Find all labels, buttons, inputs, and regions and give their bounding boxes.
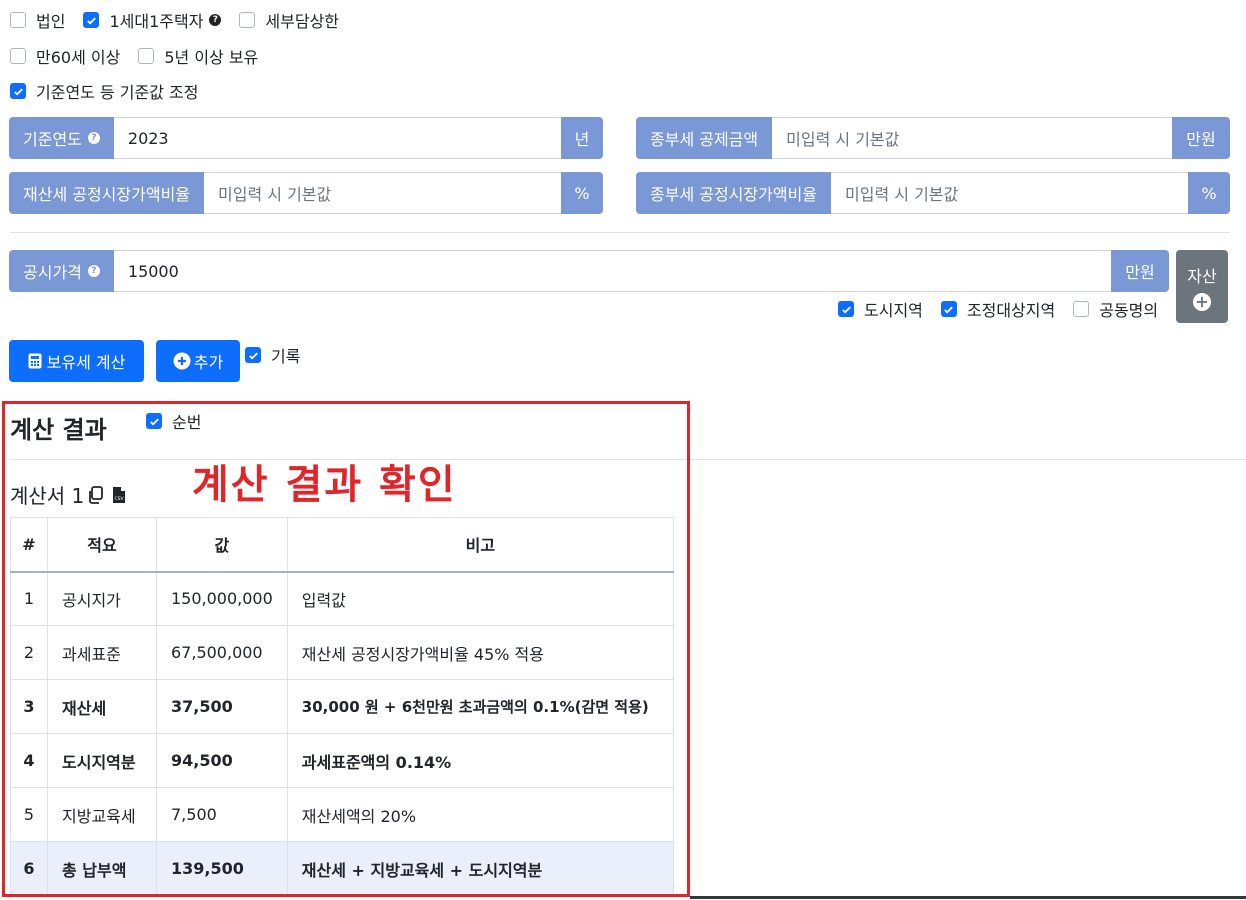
checkbox-label: 세부담상한 — [265, 12, 340, 31]
checkbox-box[interactable] — [245, 347, 261, 363]
options-row-1: 법인 1세대1주택자 ? 세부담상한 — [10, 9, 357, 31]
comp-deduction-input[interactable]: 미입력 시 기본값 — [772, 117, 1172, 159]
prop-ratio-input[interactable]: 미입력 시 기본값 — [204, 172, 561, 214]
checkbox-box[interactable] — [239, 12, 256, 28]
base-year-input[interactable]: 2023 — [113, 117, 561, 159]
add-button[interactable]: 추가 — [156, 340, 240, 382]
base-year-label: 기준연도? — [9, 117, 114, 159]
prop-ratio-unit: % — [561, 172, 603, 214]
base-year-unit: 년 — [561, 117, 603, 159]
public-price-unit: 만원 — [1111, 250, 1169, 292]
comp-deduction-unit: 만원 — [1172, 117, 1230, 159]
checkbox-box[interactable] — [838, 301, 854, 317]
calculate-label: 보유세 계산 — [46, 353, 126, 372]
record-checkbox[interactable]: 기록 — [245, 344, 300, 366]
options-row-3: 기준연도 등 기준값 조정 — [10, 80, 216, 102]
comp-deduction-label: 종부세 공제금액 — [636, 117, 773, 159]
base-year-group: 기준연도? 2023 년 — [9, 117, 603, 159]
checkbox-box[interactable] — [10, 83, 26, 99]
options-row-2: 만60세 이상 5년 이상 보유 — [10, 45, 276, 67]
adjust-base-checkbox[interactable]: 기준연도 등 기준값 조정 — [10, 79, 198, 103]
question-circle-icon[interactable]: ? — [87, 132, 100, 144]
prop-ratio-group: 재산세 공정시장가액비율 미입력 시 기본값 % — [9, 172, 603, 214]
regulated-area-checkbox[interactable]: 조정대상지역 — [940, 297, 1056, 321]
calculate-button[interactable]: 보유세 계산 — [9, 340, 144, 382]
corporation-checkbox[interactable]: 법인 — [10, 8, 65, 32]
checkbox-label: 5년 이상 보유 — [164, 48, 259, 67]
one-house-checkbox[interactable]: 1세대1주택자 ? — [83, 8, 222, 32]
calculator-icon — [28, 353, 42, 369]
bottom-border — [690, 896, 1246, 899]
checkbox-label: 1세대1주택자 — [109, 12, 204, 31]
plus-circle-icon: + — [1193, 292, 1211, 311]
checkbox-label: 공동명의 — [1099, 301, 1159, 320]
comp-ratio-label: 종부세 공정시장가액비율 — [636, 172, 832, 214]
urban-area-checkbox[interactable]: 도시지역 — [838, 297, 923, 321]
plus-circle-icon — [173, 352, 191, 370]
checkbox-box[interactable] — [10, 48, 26, 64]
highlight-frame — [2, 401, 690, 897]
comp-ratio-input[interactable]: 미입력 시 기본값 — [831, 172, 1188, 214]
price-options: 도시지역 조정대상지역 공동명의 — [838, 298, 1158, 320]
age-60-checkbox[interactable]: 만60세 이상 — [10, 44, 120, 68]
checkbox-label: 기준연도 등 기준값 조정 — [36, 83, 199, 102]
checkbox-box[interactable] — [10, 12, 26, 28]
question-circle-icon[interactable]: ? — [209, 14, 222, 26]
comp-ratio-group: 종부세 공정시장가액비율 미입력 시 기본값 % — [636, 172, 1230, 214]
checkbox-box[interactable] — [1073, 301, 1090, 317]
divider — [10, 232, 1230, 233]
checkbox-label: 기록 — [271, 347, 301, 366]
checkbox-box[interactable] — [83, 12, 100, 28]
comp-deduction-group: 종부세 공제금액 미입력 시 기본값 만원 — [636, 117, 1230, 159]
checkbox-box[interactable] — [940, 301, 957, 317]
tax-cap-checkbox[interactable]: 세부담상한 — [239, 8, 339, 32]
comp-ratio-unit: % — [1188, 172, 1230, 214]
add-label: 추가 — [193, 353, 224, 372]
add-asset-button[interactable]: 자산 + — [1176, 250, 1228, 323]
checkbox-label: 만60세 이상 — [36, 48, 121, 67]
prop-ratio-label: 재산세 공정시장가액비율 — [9, 172, 205, 214]
checkbox-box[interactable] — [138, 48, 155, 64]
hold-5y-checkbox[interactable]: 5년 이상 보유 — [138, 44, 258, 68]
question-circle-icon[interactable]: ? — [87, 265, 100, 277]
add-asset-label: 자산 — [1187, 266, 1217, 286]
public-price-group: 공시가격? 15000 만원 — [9, 250, 1169, 292]
joint-ownership-checkbox[interactable]: 공동명의 — [1073, 297, 1158, 321]
checkbox-label: 법인 — [36, 12, 66, 31]
checkbox-label: 조정대상지역 — [966, 301, 1056, 320]
checkbox-label: 도시지역 — [864, 301, 923, 320]
public-price-input[interactable]: 15000 — [113, 250, 1111, 292]
public-price-label: 공시가격? — [9, 250, 114, 292]
